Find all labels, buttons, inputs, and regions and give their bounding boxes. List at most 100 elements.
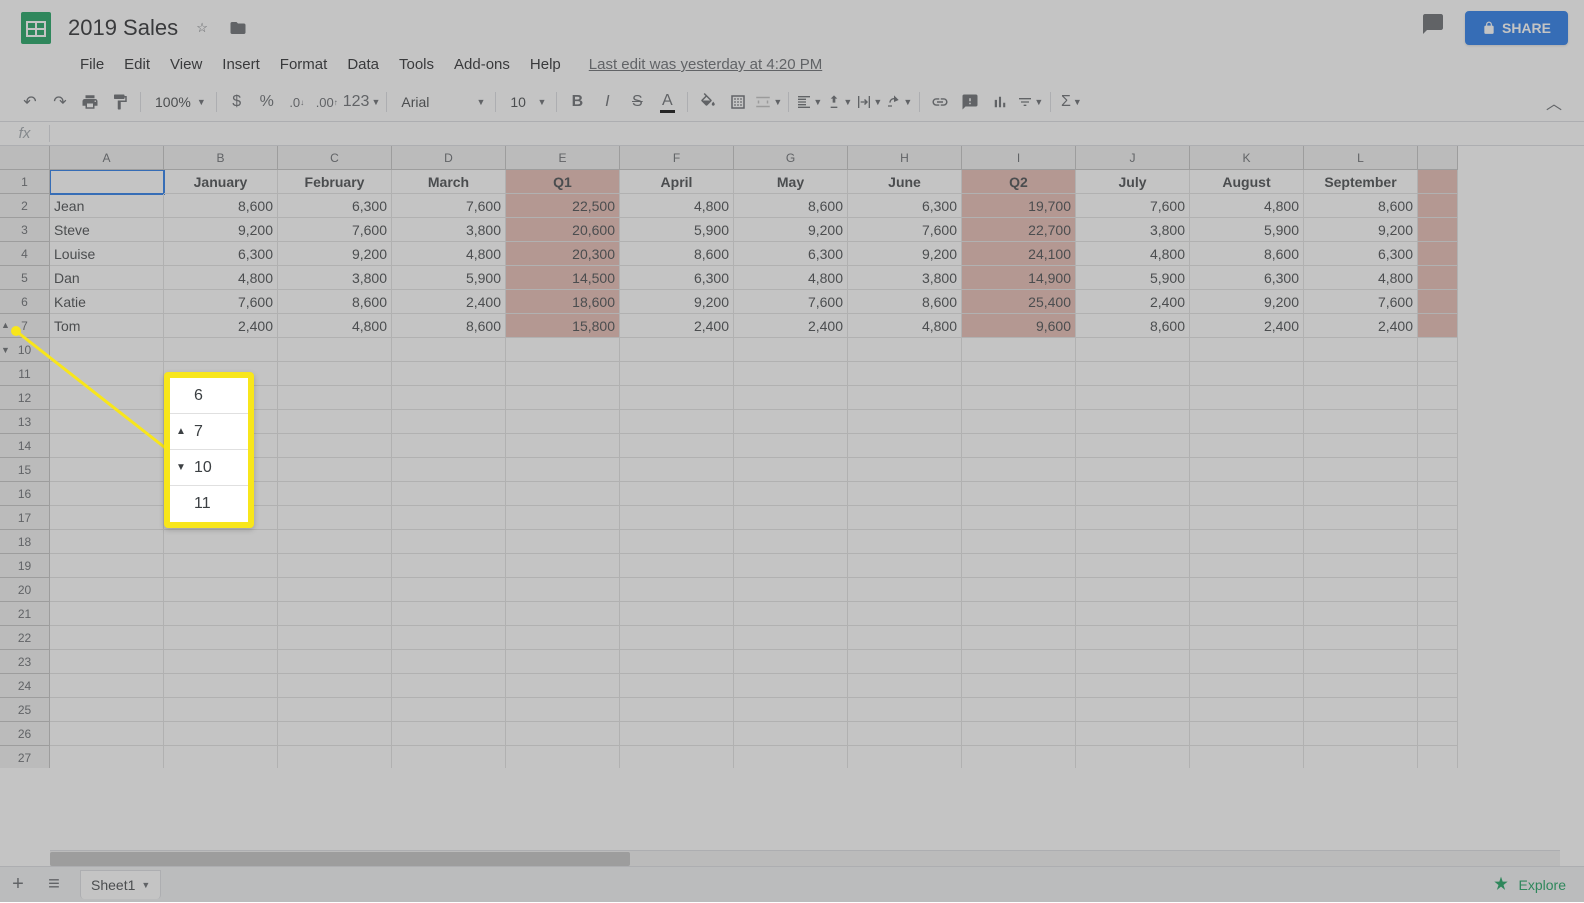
- cell[interactable]: [278, 722, 392, 746]
- cell[interactable]: [620, 506, 734, 530]
- cell[interactable]: [164, 650, 278, 674]
- cell[interactable]: [506, 434, 620, 458]
- cell[interactable]: [1304, 722, 1418, 746]
- cell[interactable]: [620, 482, 734, 506]
- cell[interactable]: [620, 578, 734, 602]
- cell[interactable]: [1418, 602, 1458, 626]
- cell[interactable]: [50, 170, 164, 194]
- row-header[interactable]: 15: [0, 458, 50, 482]
- cell[interactable]: [506, 482, 620, 506]
- share-button[interactable]: SHARE: [1465, 11, 1568, 45]
- cell[interactable]: [164, 698, 278, 722]
- cell[interactable]: 14,900: [962, 266, 1076, 290]
- cell[interactable]: [392, 458, 506, 482]
- cell[interactable]: [734, 650, 848, 674]
- cell[interactable]: [620, 530, 734, 554]
- cell[interactable]: [506, 386, 620, 410]
- halign-button[interactable]: ▼: [795, 89, 823, 115]
- cell[interactable]: July: [1076, 170, 1190, 194]
- row-header[interactable]: 4: [0, 242, 50, 266]
- redo-button[interactable]: ↷: [46, 89, 74, 115]
- cell[interactable]: [392, 506, 506, 530]
- cell[interactable]: [1076, 554, 1190, 578]
- cell[interactable]: [1304, 650, 1418, 674]
- cell[interactable]: [506, 506, 620, 530]
- cell[interactable]: [734, 410, 848, 434]
- cell[interactable]: Steve: [50, 218, 164, 242]
- cell[interactable]: 9,600: [962, 314, 1076, 338]
- cell[interactable]: [392, 578, 506, 602]
- cell[interactable]: [734, 386, 848, 410]
- cell[interactable]: Q1: [506, 170, 620, 194]
- row-header[interactable]: 22: [0, 626, 50, 650]
- cell[interactable]: 6,300: [164, 242, 278, 266]
- cell[interactable]: [506, 602, 620, 626]
- cell[interactable]: [278, 434, 392, 458]
- all-sheets-button[interactable]: ≡: [36, 867, 72, 903]
- cell[interactable]: [1418, 194, 1458, 218]
- cell[interactable]: March: [392, 170, 506, 194]
- cell[interactable]: 4,800: [848, 314, 962, 338]
- cell[interactable]: [506, 698, 620, 722]
- cell[interactable]: [1076, 530, 1190, 554]
- cell[interactable]: [278, 338, 392, 362]
- col-header[interactable]: L: [1304, 146, 1418, 170]
- cell[interactable]: [1418, 386, 1458, 410]
- row-header[interactable]: 16: [0, 482, 50, 506]
- cell[interactable]: [620, 434, 734, 458]
- cell[interactable]: [848, 674, 962, 698]
- cell[interactable]: [1418, 482, 1458, 506]
- cell[interactable]: [734, 674, 848, 698]
- row-header[interactable]: 21: [0, 602, 50, 626]
- cell[interactable]: [848, 362, 962, 386]
- cell[interactable]: [506, 458, 620, 482]
- cell[interactable]: 4,800: [734, 266, 848, 290]
- cell[interactable]: [50, 698, 164, 722]
- cell[interactable]: 6,300: [620, 266, 734, 290]
- cell[interactable]: 15,800: [506, 314, 620, 338]
- last-edit[interactable]: Last edit was yesterday at 4:20 PM: [589, 56, 822, 73]
- cell[interactable]: [1190, 674, 1304, 698]
- cell[interactable]: 5,900: [392, 266, 506, 290]
- cell[interactable]: [1418, 170, 1458, 194]
- cell[interactable]: [1418, 626, 1458, 650]
- col-header[interactable]: E: [506, 146, 620, 170]
- cell[interactable]: [620, 722, 734, 746]
- cell[interactable]: [848, 458, 962, 482]
- cell[interactable]: [1190, 554, 1304, 578]
- cell[interactable]: [620, 410, 734, 434]
- cell[interactable]: [1076, 602, 1190, 626]
- cell[interactable]: [50, 626, 164, 650]
- add-sheet-button[interactable]: +: [0, 867, 36, 903]
- cell[interactable]: [278, 482, 392, 506]
- cell[interactable]: 8,600: [734, 194, 848, 218]
- cell[interactable]: [1076, 674, 1190, 698]
- cell[interactable]: 4,800: [392, 242, 506, 266]
- cell[interactable]: [848, 434, 962, 458]
- dec-increase-button[interactable]: .00↑: [313, 89, 341, 115]
- comments-icon[interactable]: [1421, 12, 1453, 44]
- menu-help[interactable]: Help: [522, 52, 569, 77]
- cell[interactable]: 6,300: [848, 194, 962, 218]
- cell[interactable]: 7,600: [848, 218, 962, 242]
- cell[interactable]: 6,300: [734, 242, 848, 266]
- menu-file[interactable]: File: [72, 52, 112, 77]
- row-header[interactable]: 14: [0, 434, 50, 458]
- cell[interactable]: 3,800: [848, 266, 962, 290]
- percent-button[interactable]: %: [253, 89, 281, 115]
- row-header[interactable]: 17: [0, 506, 50, 530]
- cell[interactable]: [1304, 578, 1418, 602]
- row-header[interactable]: 2: [0, 194, 50, 218]
- cell[interactable]: [1190, 338, 1304, 362]
- fill-color-button[interactable]: [694, 89, 722, 115]
- cell[interactable]: [50, 602, 164, 626]
- cell[interactable]: [962, 338, 1076, 362]
- cell[interactable]: [734, 530, 848, 554]
- cell[interactable]: 19,700: [962, 194, 1076, 218]
- menu-format[interactable]: Format: [272, 52, 336, 77]
- cell[interactable]: [164, 602, 278, 626]
- cell[interactable]: [278, 506, 392, 530]
- col-header[interactable]: D: [392, 146, 506, 170]
- cell[interactable]: [50, 458, 164, 482]
- cell[interactable]: [278, 674, 392, 698]
